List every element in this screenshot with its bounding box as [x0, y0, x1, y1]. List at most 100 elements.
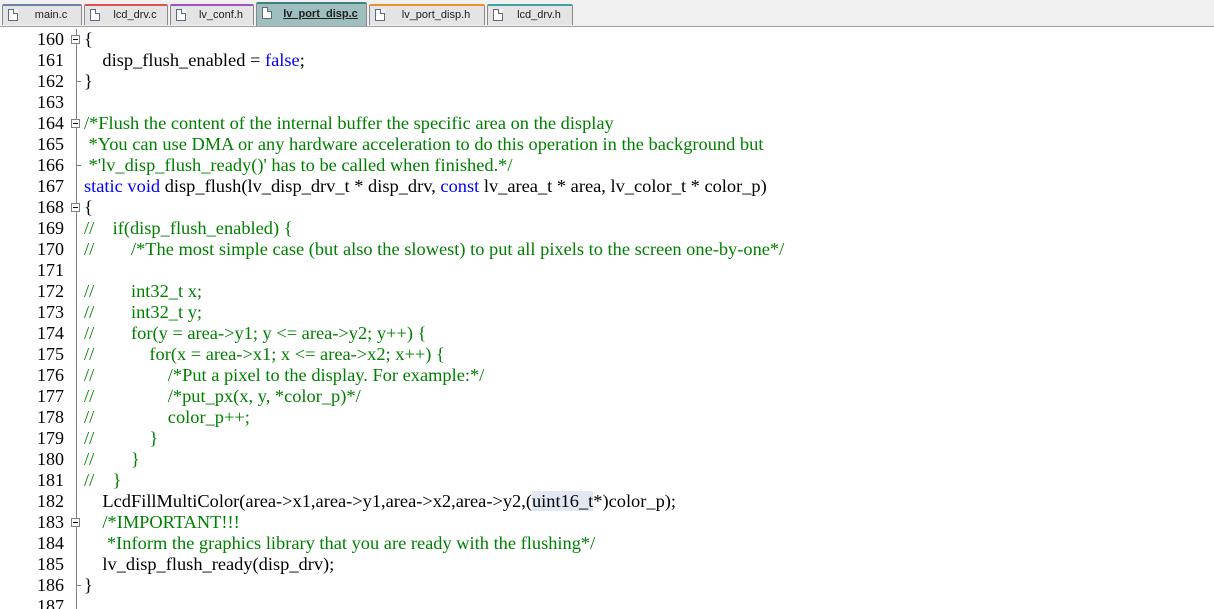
code-text: static void disp_flush(lv_disp_drv_t * d…	[84, 176, 767, 197]
code-line[interactable]: 176 // /*Put a pixel to the display. For …	[0, 365, 1214, 386]
code-text: }	[84, 575, 93, 596]
code-text: /*Flush the content of the internal buff…	[84, 113, 614, 134]
line-number: 170	[37, 239, 64, 259]
keyword-token: false	[264, 50, 300, 70]
file-tab-label: lv_conf.h	[198, 9, 244, 21]
file-tab-lcd-drv-c[interactable]: lcd_drv.c	[84, 4, 168, 25]
code-text: lv_disp_flush_ready(disp_drv);	[84, 554, 334, 575]
code-token: ;	[299, 50, 305, 70]
code-line[interactable]: 169 // if(disp_flush_enabled) {	[0, 218, 1214, 239]
code-line[interactable]: 170 // /*The most simple case (but also t…	[0, 239, 1214, 260]
code-line[interactable]: 164 /*Flush the content of the internal b…	[0, 113, 1214, 134]
code-line[interactable]: 161 disp_flush_enabled = false;	[0, 50, 1214, 71]
code-line[interactable]: 178 // color_p++;	[0, 407, 1214, 428]
code-line[interactable]: 171	[0, 260, 1214, 281]
line-number: 175	[37, 344, 64, 364]
line-number: 187	[37, 596, 64, 609]
code-text: // /*Put a pixel to the display. For exa…	[84, 365, 484, 386]
file-icon	[90, 9, 100, 21]
code-line[interactable]: 182 LcdFillMultiColor(area->x1,area->y1,…	[0, 491, 1214, 512]
file-tab-lv-conf-h[interactable]: lv_conf.h	[170, 4, 254, 25]
code-line[interactable]: 179 // }	[0, 428, 1214, 449]
code-line[interactable]: 168 {	[0, 197, 1214, 218]
file-icon	[176, 9, 186, 21]
code-line[interactable]: 180 // }	[0, 449, 1214, 470]
code-line[interactable]: 160 {	[0, 29, 1214, 50]
code-line[interactable]: 175 // for(x = area->x1; x <= area->x2; x…	[0, 344, 1214, 365]
line-number: 184	[37, 533, 64, 553]
code-text: // if(disp_flush_enabled) {	[84, 218, 293, 239]
code-text: {	[84, 197, 93, 218]
line-number: 177	[37, 386, 64, 406]
line-number: 168	[37, 197, 64, 217]
file-tab-label: lv_port_disp.c	[283, 8, 358, 20]
comment-token: /*IMPORTANT!!!	[84, 512, 240, 532]
code-text: // for(x = area->x1; x <= area->x2; x++)…	[84, 344, 445, 365]
code-line[interactable]: 162}	[0, 71, 1214, 92]
code-line[interactable]: 185 lv_disp_flush_ready(disp_drv);	[0, 554, 1214, 575]
code-line[interactable]: 174 // for(y = area->y1; y <= area->y2; y…	[0, 323, 1214, 344]
code-text: // int32_t y;	[84, 302, 202, 323]
code-text: }	[84, 71, 93, 92]
line-number: 183	[37, 512, 64, 532]
code-line[interactable]: 173 // int32_t y;	[0, 302, 1214, 323]
line-number: 166	[37, 155, 64, 175]
line-number: 178	[37, 407, 64, 427]
line-number: 164	[37, 113, 64, 133]
code-editor[interactable]: 160{161 disp_flush_enabled = false; 162} 1…	[0, 28, 1214, 609]
code-token: *)color_p);	[593, 491, 676, 511]
line-number: 161	[37, 50, 64, 70]
code-line[interactable]: 187	[0, 596, 1214, 609]
line-number: 165	[37, 134, 64, 154]
comment-token: // color_p++;	[84, 407, 250, 427]
fold-collapse-icon[interactable]	[71, 35, 80, 44]
file-tab-bar: main.c lcd_drv.c lv_conf.h lv_port_disp.c lv…	[0, 0, 1214, 27]
file-tab-label: main.c	[34, 9, 68, 21]
code-text: // color_p++;	[84, 407, 250, 428]
comment-token: /*Flush the content of the internal buff…	[84, 113, 614, 133]
file-tab-lv-port-disp-h[interactable]: lv_port_disp.h	[369, 4, 485, 25]
code-line[interactable]: 186}	[0, 575, 1214, 596]
code-line[interactable]: 177 // /*put_px(x, y, *color_p)*/	[0, 386, 1214, 407]
code-token: LcdFillMultiColor(area->x1,area->y1,area…	[84, 491, 532, 511]
fold-collapse-icon[interactable]	[71, 518, 80, 527]
code-line[interactable]: 163	[0, 92, 1214, 113]
keyword-token: void	[127, 176, 161, 196]
code-line[interactable]: 184 *Inform the graphics library that yo…	[0, 533, 1214, 554]
line-number: 167	[37, 176, 64, 196]
code-line[interactable]: 167 static void disp_flush(lv_disp_drv_t …	[0, 176, 1214, 197]
line-number: 171	[37, 260, 64, 280]
code-line[interactable]: 165 *You can use DMA or any hardware acc…	[0, 134, 1214, 155]
file-tab-main-c[interactable]: main.c	[2, 4, 82, 25]
code-line[interactable]: 183 /*IMPORTANT!!!	[0, 512, 1214, 533]
comment-token: // int32_t x;	[84, 281, 203, 301]
file-tab-label: lcd_drv.h	[517, 9, 561, 21]
fold-end-marker	[76, 81, 81, 82]
code-token: disp_flush_enabled =	[84, 50, 265, 70]
code-text: *'lv_disp_flush_ready()' has to be calle…	[84, 155, 513, 176]
code-text: // int32_t x;	[84, 281, 202, 302]
code-token: {	[84, 29, 93, 49]
fold-collapse-icon[interactable]	[71, 203, 80, 212]
code-text: // }	[84, 470, 121, 491]
fold-collapse-icon[interactable]	[71, 119, 80, 128]
code-text: // for(y = area->y1; y <= area->y2; y++)…	[84, 323, 426, 344]
file-tab-lv-port-disp-c[interactable]: lv_port_disp.c	[256, 2, 367, 26]
code-text: *Inform the graphics library that you ar…	[84, 533, 595, 554]
line-number: 163	[37, 92, 64, 112]
comment-token: *Inform the graphics library that you ar…	[84, 533, 596, 553]
file-tab-lcd-drv-h[interactable]: lcd_drv.h	[487, 4, 573, 25]
keyword-token: static	[84, 176, 123, 196]
code-line[interactable]: 181 // }	[0, 470, 1214, 491]
comment-token: // /*Put a pixel to the display. For exa…	[84, 365, 485, 385]
line-number: 172	[37, 281, 64, 301]
comment-token: // if(disp_flush_enabled) {	[84, 218, 293, 238]
code-token: }	[84, 71, 93, 91]
fold-end-marker	[76, 585, 81, 586]
file-icon	[493, 9, 503, 21]
code-line[interactable]: 166 *'lv_disp_flush_ready()' has to be c…	[0, 155, 1214, 176]
code-text: /*IMPORTANT!!!	[84, 512, 240, 533]
fold-end-marker	[76, 165, 81, 166]
code-line[interactable]: 172 // int32_t x;	[0, 281, 1214, 302]
comment-token: // for(y = area->y1; y <= area->y2; y++)…	[84, 323, 427, 343]
